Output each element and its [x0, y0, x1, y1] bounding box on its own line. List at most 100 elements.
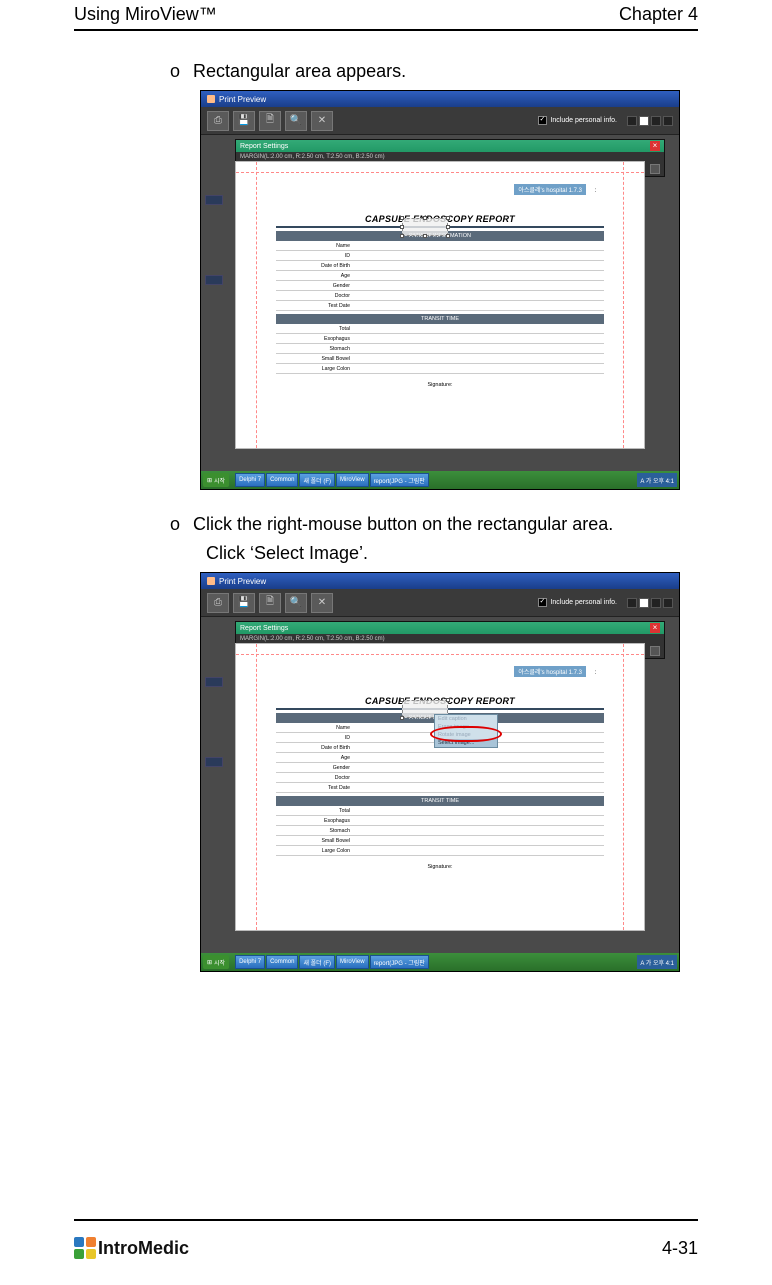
step-2a: o Click the right-mouse button on the re…: [170, 514, 680, 535]
start-button[interactable]: ⊞ 시작: [203, 473, 229, 487]
hospital-tag: 아스클레's hospital 1.7.3: [514, 184, 586, 195]
resize-handle[interactable]: [423, 234, 427, 238]
print-button[interactable]: ⎙: [207, 111, 229, 131]
field-label: Test Date: [276, 783, 356, 792]
resize-handle[interactable]: [446, 216, 450, 220]
zoom-button[interactable]: 🔍: [285, 111, 307, 131]
resize-handle[interactable]: [400, 216, 404, 220]
page-counter[interactable]: [627, 116, 673, 126]
taskbar-label: report(JPG - 그림판: [374, 958, 425, 967]
header-right: Chapter 4: [619, 4, 698, 25]
taskbar-item[interactable]: Common: [266, 473, 298, 487]
field-label: Date of Birth: [276, 261, 356, 270]
include-personal-info-checkbox[interactable]: Include personal info.: [538, 598, 617, 607]
settings-title: Report Settings: [240, 625, 288, 632]
field-row: Doctor: [276, 291, 604, 301]
field-label: Total: [276, 324, 356, 333]
preview-canvas: Report Settings × MARGIN(L:2.00 cm, R:2.…: [201, 617, 679, 953]
menu-item-edit-caption[interactable]: Edit caption: [435, 715, 497, 723]
step-2b: Click ‘Select Image’.: [170, 543, 680, 564]
page-button[interactable]: 🗎: [259, 593, 281, 613]
step-2b-text: Click ‘Select Image’.: [206, 543, 368, 563]
field-row: Total: [276, 806, 604, 816]
system-tray[interactable]: A 가 오후 4:1: [637, 473, 677, 487]
step-2a-text: Click the right-mouse button on the rect…: [193, 514, 613, 534]
windows-taskbar: ⊞ 시작 Delphi 7 Common 새 폴더 (F) MiroView r…: [201, 471, 679, 489]
field-label: ID: [276, 733, 356, 742]
close-button[interactable]: ✕: [311, 593, 333, 613]
taskbar-item[interactable]: Delphi 7: [235, 473, 265, 487]
taskbar-item[interactable]: report(JPG - 그림판: [370, 955, 429, 969]
hospital-tag: 아스클레's hospital 1.7.3: [514, 666, 586, 677]
spinner-button[interactable]: [650, 164, 660, 174]
field-label: Small Bowel: [276, 836, 356, 845]
field-label: Doctor: [276, 773, 356, 782]
logo-icon: [74, 1237, 96, 1259]
selection-rectangle[interactable]: [402, 218, 448, 236]
section-transit-time: TRANSIT TIME: [276, 796, 604, 806]
print-button[interactable]: ⎙: [207, 593, 229, 613]
resize-handle[interactable]: [446, 234, 450, 238]
taskbar-item[interactable]: report(JPG - 그림판: [370, 473, 429, 487]
field-label: Age: [276, 271, 356, 280]
zoom-button[interactable]: 🔍: [285, 593, 307, 613]
field-row: Small Bowel: [276, 354, 604, 364]
resize-handle[interactable]: [400, 698, 404, 702]
ruler-mark: [205, 275, 223, 285]
resize-handle[interactable]: [446, 225, 450, 229]
date-placeholder: :: [595, 184, 616, 194]
taskbar-item[interactable]: MiroView: [336, 473, 369, 487]
taskbar-item[interactable]: MiroView: [336, 955, 369, 969]
field-label: Name: [276, 723, 356, 732]
close-icon[interactable]: ×: [650, 141, 660, 151]
field-label: ID: [276, 251, 356, 260]
field-label: Esophagus: [276, 816, 356, 825]
signature-label: Signature:: [276, 382, 604, 388]
field-row: Test Date: [276, 783, 604, 793]
resize-handle[interactable]: [423, 216, 427, 220]
start-button[interactable]: ⊞ 시작: [203, 955, 229, 969]
page-header: Using MiroView™ Chapter 4: [0, 0, 772, 29]
page-counter[interactable]: [627, 598, 673, 608]
taskbar-item[interactable]: Common: [266, 955, 298, 969]
taskbar-item[interactable]: Delphi 7: [235, 955, 265, 969]
field-label: Doctor: [276, 291, 356, 300]
resize-handle[interactable]: [400, 716, 404, 720]
field-label: Large Colon: [276, 846, 356, 855]
section-transit-time: TRANSIT TIME: [276, 314, 604, 324]
field-row: Test Date: [276, 301, 604, 311]
taskbar-item[interactable]: 새 폴더 (F): [299, 955, 335, 969]
resize-handle[interactable]: [400, 225, 404, 229]
save-button[interactable]: 💾: [233, 111, 255, 131]
field-label: Test Date: [276, 301, 356, 310]
spinner-button[interactable]: [650, 646, 660, 656]
settings-title: Report Settings: [240, 143, 288, 150]
close-icon[interactable]: ×: [650, 623, 660, 633]
menu-item-select-image[interactable]: Select image...: [435, 739, 497, 747]
resize-handle[interactable]: [446, 698, 450, 702]
hospital-name: 아스클레's hospital: [518, 670, 567, 676]
taskbar-label: Common: [270, 477, 294, 483]
windows-icon: ⊞: [207, 477, 212, 484]
taskbar-item[interactable]: 새 폴더 (F): [299, 473, 335, 487]
num-seg: [663, 598, 673, 608]
include-personal-info-checkbox[interactable]: Include personal info.: [538, 116, 617, 125]
close-button[interactable]: ✕: [311, 111, 333, 131]
toolbar: ⎙ 💾 🗎 🔍 ✕ Include personal info.: [201, 589, 679, 617]
page-button[interactable]: 🗎: [259, 111, 281, 131]
ruler-mark: [205, 757, 223, 767]
taskbar-label: report(JPG - 그림판: [374, 476, 425, 485]
start-label: 시작: [214, 476, 225, 485]
context-menu[interactable]: Edit caption Erase image Rotate image Se…: [434, 714, 498, 748]
system-tray[interactable]: A 가 오후 4:1: [637, 955, 677, 969]
window-title: Print Preview: [219, 95, 266, 104]
report-page: 아스클레's hospital 1.7.3 : Edit caption Era…: [235, 643, 645, 931]
intromedic-logo: IntroMedic: [74, 1237, 189, 1259]
version-text: 1.7.3: [569, 670, 582, 676]
save-button[interactable]: 💾: [233, 593, 255, 613]
resize-handle[interactable]: [400, 234, 404, 238]
menu-item-rotate-image[interactable]: Rotate image: [435, 731, 497, 739]
menu-item-erase-image[interactable]: Erase image: [435, 723, 497, 731]
field-label: Small Bowel: [276, 354, 356, 363]
app-icon: [207, 95, 215, 103]
